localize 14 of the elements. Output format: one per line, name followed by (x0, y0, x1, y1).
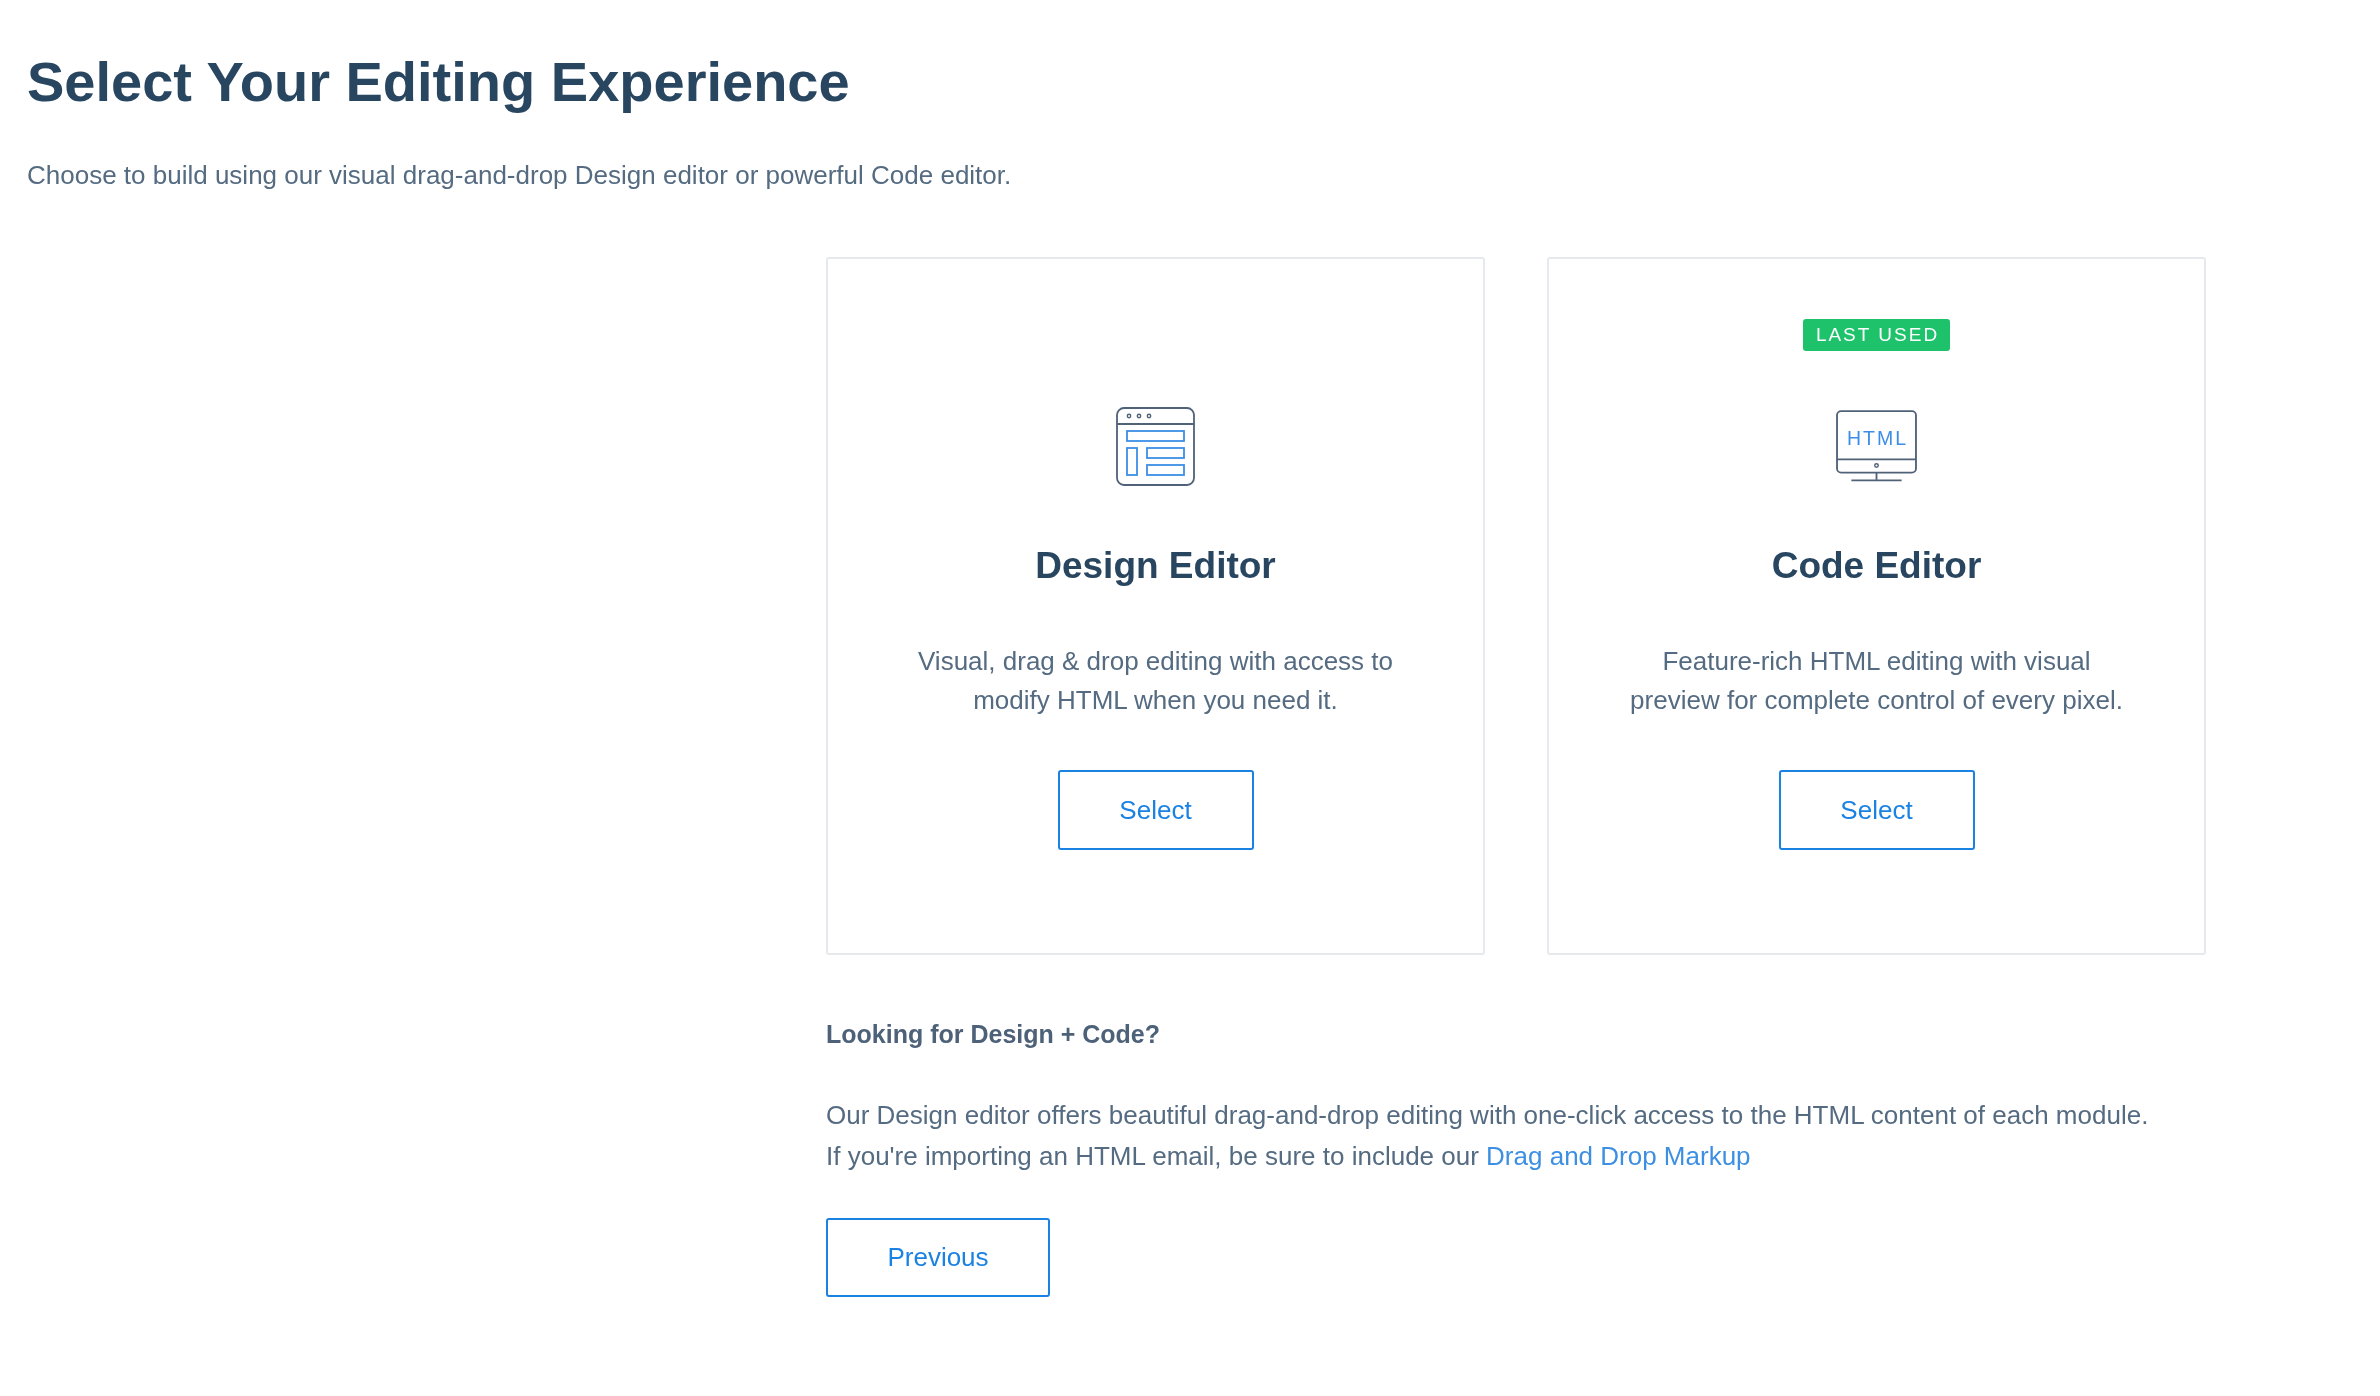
select-button[interactable]: Select (1778, 770, 1975, 850)
info-paragraph: Our Design editor offers beautiful drag-and-drop editing with one-click access to the HTML content of each module. If you're importing an HTML email, be sure to include our Drag and Drop Markup (826, 1099, 2150, 1173)
editor-description: Feature-rich HTML editing with visual preview for complete control of every pixel. (1629, 645, 2124, 717)
page-title: Select Your Editing Experience (27, 49, 851, 115)
select-button[interactable]: Select (1057, 770, 1254, 850)
editor-description: Visual, drag & drop editing with access to modify HTML when you need it. (917, 645, 1394, 717)
markup-link[interactable]: Drag and Drop Markup (1486, 1141, 1751, 1171)
browser-layout-icon (1116, 406, 1195, 486)
editor-title: Code Editor (1771, 544, 1982, 588)
status-badge: LAST USED (1802, 319, 1951, 351)
previous-button[interactable]: Previous (826, 1218, 1050, 1297)
page-subtitle: Choose to build using our visual drag-and-drop Design editor or powerful Code editor. (27, 160, 1013, 191)
editor-title: Design Editor (1035, 544, 1276, 588)
info-heading: Looking for Design + Code? (826, 1019, 1162, 1049)
